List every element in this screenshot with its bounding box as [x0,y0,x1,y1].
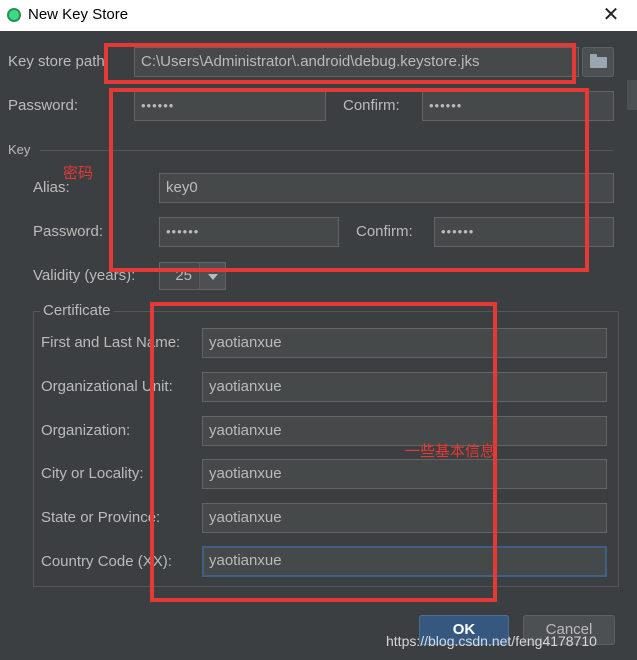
folder-icon [590,54,607,68]
keystore-confirm-label: Confirm: [343,97,400,114]
country-code-label: Country Code (XX): [41,553,172,570]
key-confirm-label: Confirm: [356,223,413,240]
title-bar: New Key Store ✕ [0,0,637,31]
alias-field[interactable]: key0 [159,173,614,203]
key-section-label: Key [8,142,31,157]
browse-button[interactable] [582,47,614,77]
organization-label: Organization: [41,422,131,439]
first-last-name-field[interactable]: yaotianxue [202,328,607,358]
validity-spinner[interactable]: 25 [159,262,200,290]
state-label: State or Province: [41,509,161,526]
window-title: New Key Store [28,6,129,23]
keystore-password-field[interactable]: •••••• [134,91,326,121]
keystore-confirm-field[interactable]: •••••• [422,91,614,121]
close-icon[interactable]: ✕ [596,3,626,27]
city-label: City or Locality: [41,465,144,482]
key-confirm-field[interactable]: •••••• [434,217,614,247]
keystore-password-label: Password: [8,97,79,114]
key-password-label: Password: [33,223,104,240]
key-password-field[interactable]: •••••• [159,217,339,247]
city-field[interactable]: yaotianxue [202,459,607,489]
first-last-name-label: First and Last Name: [41,334,181,351]
watermark: https://blog.csdn.net/feng4178710 [386,633,597,649]
chevron-down-icon[interactable] [199,262,226,290]
password-note: 密码 [63,164,94,182]
section-divider [40,150,613,151]
keystore-path-field[interactable]: C:\Users\Administrator\.android\debug.ke… [134,47,579,77]
validity-label: Validity (years): [33,267,136,284]
certificate-title: Certificate [40,302,114,319]
android-studio-icon [7,8,21,22]
basic-info-note: 一些基本信息 [405,442,496,460]
scrollbar[interactable] [627,80,637,110]
org-unit-field[interactable]: yaotianxue [202,372,607,402]
keystore-path-label: Key store path: [8,53,109,70]
state-field[interactable]: yaotianxue [202,503,607,533]
org-unit-label: Organizational Unit: [41,378,173,395]
country-code-field[interactable]: yaotianxue [202,546,607,577]
